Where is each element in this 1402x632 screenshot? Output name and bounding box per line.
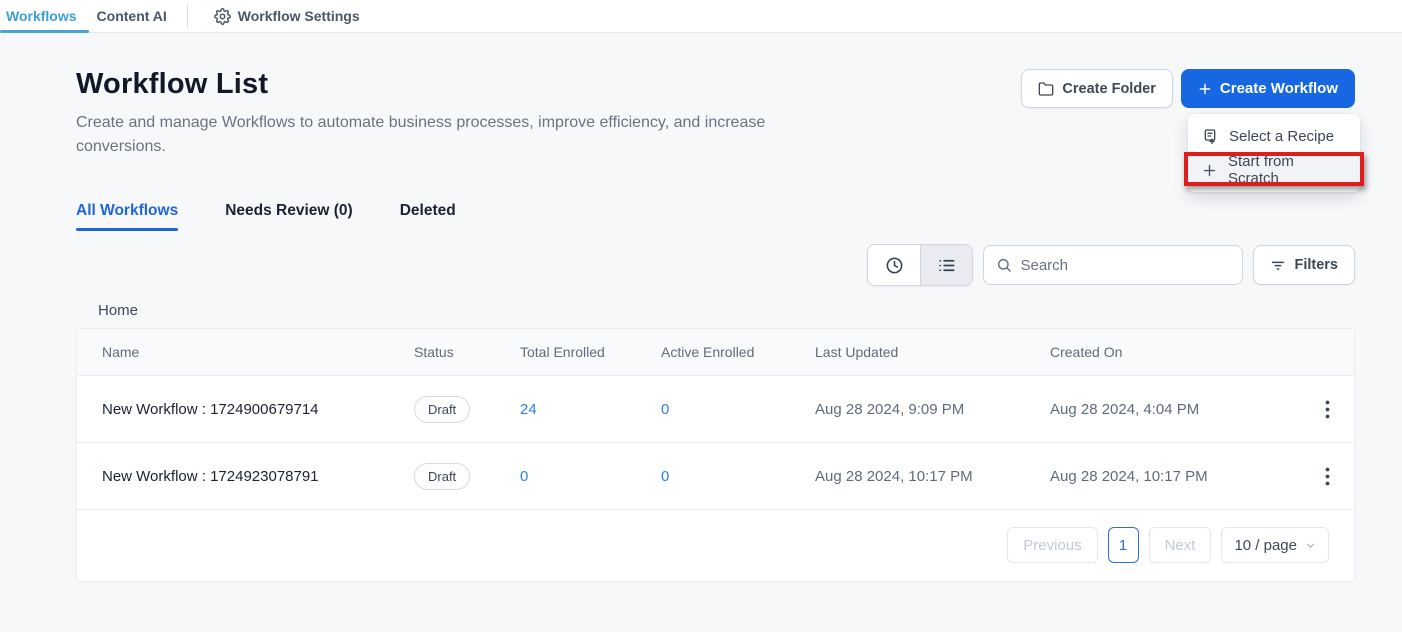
page-title: Workflow List xyxy=(76,68,821,101)
create-workflow-label: Create Workflow xyxy=(1220,80,1338,97)
filter-icon xyxy=(1270,257,1286,273)
nav-tab-workflow-settings[interactable]: Workflow Settings xyxy=(200,0,374,32)
row-actions-kebab-icon[interactable] xyxy=(1315,461,1340,492)
column-header-total-enrolled: Total Enrolled xyxy=(520,344,661,360)
search-icon xyxy=(996,257,1012,273)
status-badge: Draft xyxy=(414,396,470,423)
page-size-select[interactable]: 10 / page xyxy=(1221,527,1329,563)
page-number-button[interactable]: 1 xyxy=(1108,527,1139,563)
last-updated-value: Aug 28 2024, 9:09 PM xyxy=(815,401,1050,418)
header-actions: Create Folder Create Workflow Select a R… xyxy=(1021,69,1355,108)
table-row: New Workflow : 1724900679714 Draft 24 0 … xyxy=(77,376,1354,443)
recipe-icon xyxy=(1202,128,1218,144)
plus-icon xyxy=(1198,82,1212,96)
clock-icon xyxy=(885,256,904,275)
nav-tab-content-ai[interactable]: Content AI xyxy=(83,0,181,32)
top-navigation: Workflows Content AI Workflow Settings xyxy=(0,0,1402,33)
column-header-status: Status xyxy=(414,344,520,360)
gear-icon xyxy=(214,8,231,25)
menu-item-start-from-scratch[interactable]: Start from Scratch xyxy=(1188,153,1360,187)
create-folder-label: Create Folder xyxy=(1062,81,1155,97)
search-input[interactable] xyxy=(1020,257,1230,274)
workflow-name-link[interactable]: New Workflow : 1724923078791 xyxy=(77,468,414,485)
page-header: Workflow List Create and manage Workflow… xyxy=(76,68,1355,159)
view-toggle xyxy=(867,244,973,286)
status-badge: Draft xyxy=(414,463,470,490)
previous-page-button[interactable]: Previous xyxy=(1007,527,1097,563)
tab-deleted[interactable]: Deleted xyxy=(400,202,456,231)
nav-tab-workflow-settings-label: Workflow Settings xyxy=(238,8,360,24)
workflow-tabs: All Workflows Needs Review (0) Deleted xyxy=(76,202,1355,231)
search-box xyxy=(983,245,1243,285)
list-icon xyxy=(937,256,956,275)
nav-tab-content-ai-label: Content AI xyxy=(97,8,167,24)
active-enrolled-link[interactable]: 0 xyxy=(661,401,815,418)
total-enrolled-link[interactable]: 0 xyxy=(520,468,661,485)
nav-divider xyxy=(187,4,188,28)
page-content: Workflow List Create and manage Workflow… xyxy=(0,33,1402,582)
page-header-text: Workflow List Create and manage Workflow… xyxy=(76,68,821,159)
nav-tab-workflows-label: Workflows xyxy=(6,8,77,24)
row-actions-kebab-icon[interactable] xyxy=(1315,394,1340,425)
active-enrolled-link[interactable]: 0 xyxy=(661,468,815,485)
page-size-label: 10 / page xyxy=(1234,537,1297,554)
created-on-value: Aug 28 2024, 4:04 PM xyxy=(1050,401,1297,418)
column-header-name: Name xyxy=(77,344,414,360)
filters-button[interactable]: Filters xyxy=(1253,245,1355,285)
workflow-table: Name Status Total Enrolled Active Enroll… xyxy=(76,328,1355,582)
table-row: New Workflow : 1724923078791 Draft 0 0 A… xyxy=(77,443,1354,510)
created-on-value: Aug 28 2024, 10:17 PM xyxy=(1050,468,1297,485)
create-folder-button[interactable]: Create Folder xyxy=(1021,69,1172,108)
table-header-row: Name Status Total Enrolled Active Enroll… xyxy=(77,329,1354,376)
create-workflow-button[interactable]: Create Workflow xyxy=(1181,69,1355,108)
column-header-last-updated: Last Updated xyxy=(815,344,1050,360)
breadcrumb[interactable]: Home xyxy=(98,302,1355,319)
menu-item-select-a-recipe[interactable]: Select a Recipe xyxy=(1188,119,1360,153)
column-header-created-on: Created On xyxy=(1050,344,1297,360)
last-updated-value: Aug 28 2024, 10:17 PM xyxy=(815,468,1050,485)
tab-needs-review[interactable]: Needs Review (0) xyxy=(225,202,353,231)
create-workflow-dropdown: Select a Recipe Start from Scratch xyxy=(1188,114,1360,192)
menu-item-select-a-recipe-label: Select a Recipe xyxy=(1229,128,1334,145)
pagination: Previous 1 Next 10 / page xyxy=(77,510,1354,581)
folder-icon xyxy=(1038,81,1054,97)
plus-icon xyxy=(1202,163,1217,178)
menu-item-start-from-scratch-label: Start from Scratch xyxy=(1228,153,1346,187)
page-subtitle: Create and manage Workflows to automate … xyxy=(76,111,821,159)
tab-deleted-label: Deleted xyxy=(400,202,456,219)
toolbar: Filters xyxy=(76,244,1355,286)
total-enrolled-link[interactable]: 24 xyxy=(520,401,661,418)
list-view-button[interactable] xyxy=(920,245,972,285)
tab-all-workflows[interactable]: All Workflows xyxy=(76,202,178,231)
filters-label: Filters xyxy=(1294,257,1338,273)
nav-tab-workflows[interactable]: Workflows xyxy=(0,0,83,32)
column-header-active-enrolled: Active Enrolled xyxy=(661,344,815,360)
next-page-button[interactable]: Next xyxy=(1149,527,1212,563)
tab-all-workflows-label: All Workflows xyxy=(76,202,178,219)
tab-needs-review-label: Needs Review (0) xyxy=(225,202,353,219)
chevron-down-icon xyxy=(1305,540,1316,551)
recent-view-button[interactable] xyxy=(868,245,920,285)
workflow-name-link[interactable]: New Workflow : 1724900679714 xyxy=(77,401,414,418)
